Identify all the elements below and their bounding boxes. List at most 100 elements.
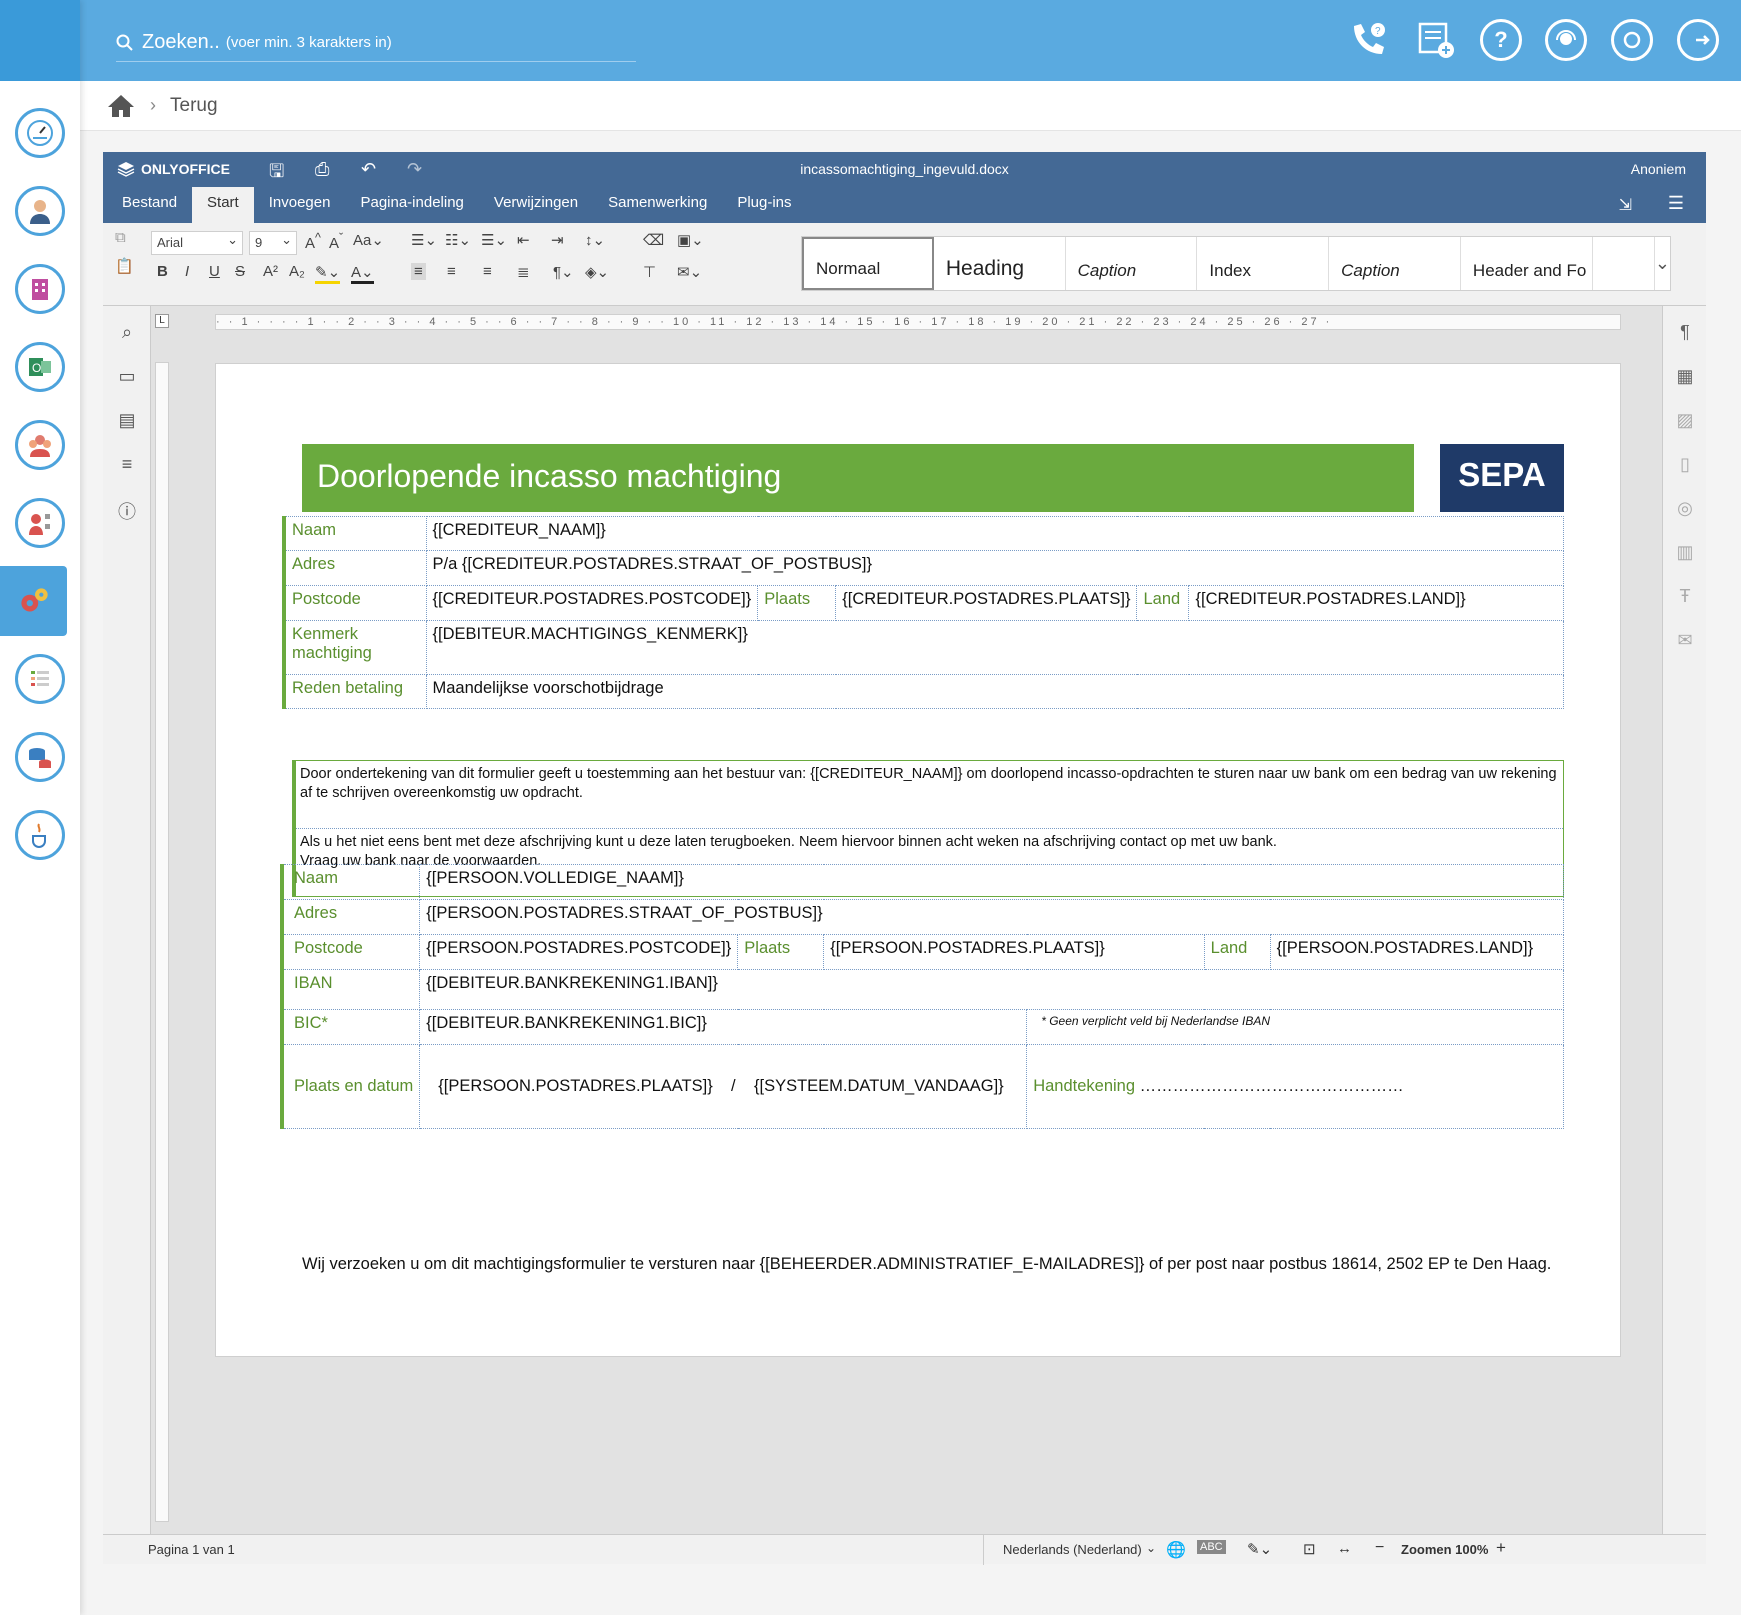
text-art-settings-icon[interactable]: Ŧ <box>1675 586 1695 606</box>
debtor-adres-label: Adres <box>294 904 338 922</box>
style-expand-chevron-icon[interactable]: ⌄ <box>1655 237 1670 290</box>
tab-stop-selector[interactable]: L <box>155 314 169 328</box>
sidebar-database[interactable] <box>0 722 80 792</box>
tab-invoegen[interactable]: Invoegen <box>254 187 346 223</box>
search-icon[interactable]: ⌕ <box>117 322 137 342</box>
change-case-icon[interactable]: Aa⌄ <box>353 231 384 249</box>
vertical-ruler[interactable] <box>155 362 169 1522</box>
mail-merge-icon[interactable]: ✉⌄ <box>677 263 702 281</box>
align-right-icon[interactable]: ≡ <box>483 263 492 280</box>
sidebar-outlook[interactable]: O <box>0 332 80 402</box>
clear-style-icon[interactable]: ⌫ <box>643 231 664 249</box>
new-note-button[interactable] <box>1414 18 1458 62</box>
global-search[interactable]: Zoeken.. (voer min. 3 karakters in) <box>116 24 636 62</box>
status-divider <box>983 1535 984 1565</box>
sidebar-dashboard[interactable] <box>0 98 80 168</box>
paste-icon[interactable]: 📋 <box>115 257 134 275</box>
debtor-bic-note: * Geen verplicht veld bij Nederlandse IB… <box>1041 1014 1270 1028</box>
back-link[interactable]: Terug <box>170 95 218 117</box>
increase-font-icon[interactable]: A^ <box>305 231 321 252</box>
tab-plug-ins[interactable]: Plug-ins <box>722 187 806 223</box>
mail-merge-settings-icon[interactable]: ✉ <box>1675 630 1695 650</box>
font-color-icon[interactable]: A⌄ <box>351 263 374 284</box>
style-heading[interactable]: Heading <box>934 237 1066 290</box>
language-select[interactable]: Nederlands (Nederland) <box>1003 1542 1142 1557</box>
justify-icon[interactable]: ≣ <box>517 263 530 281</box>
copy-style-icon[interactable]: ⊤ <box>643 263 656 281</box>
style-index[interactable]: Index <box>1197 237 1330 290</box>
chart-settings-icon[interactable]: ▥ <box>1675 542 1695 562</box>
align-left-icon[interactable]: ≡ <box>411 263 426 280</box>
tab-start[interactable]: Start <box>192 187 254 223</box>
profile-button[interactable] <box>1610 18 1654 62</box>
fit-page-icon[interactable]: ⊡ <box>1303 1540 1316 1558</box>
sidebar-buildings[interactable] <box>0 254 80 324</box>
sidebar-java[interactable] <box>0 800 80 870</box>
tab-pagina-indeling[interactable]: Pagina-indeling <box>345 187 478 223</box>
style-normaal[interactable]: Normaal <box>802 237 934 290</box>
logout-button[interactable] <box>1676 18 1720 62</box>
language-chevron-icon: ⌄ <box>1146 1541 1157 1555</box>
sidebar-checklist[interactable] <box>0 644 80 714</box>
document-page[interactable]: Doorlopende incasso machtiging SEPA Naam… <box>215 363 1621 1357</box>
spellcheck-icon[interactable]: ABC <box>1197 1540 1226 1554</box>
bullet-list-icon[interactable]: ☰⌄ <box>411 231 437 249</box>
sidebar-groups[interactable] <box>0 410 80 480</box>
sidebar-relations[interactable] <box>0 488 80 558</box>
style-header-footer[interactable]: Header and Fo <box>1461 237 1593 290</box>
copy-icon[interactable]: ⧉ <box>115 229 126 246</box>
svg-text:?: ? <box>1375 26 1381 37</box>
strikethrough-icon[interactable]: S <box>235 263 245 280</box>
tab-samenwerking[interactable]: Samenwerking <box>593 187 722 223</box>
table-settings-icon[interactable]: ▦ <box>1675 366 1695 386</box>
italic-icon[interactable]: I <box>185 263 189 280</box>
help-button[interactable]: ? <box>1479 18 1523 62</box>
style-caption[interactable]: Caption <box>1066 237 1198 290</box>
color-scheme-icon[interactable]: ▣⌄ <box>677 231 704 249</box>
paragraph-settings-icon[interactable]: ¶ <box>1675 322 1695 342</box>
decrease-indent-icon[interactable]: ⇤ <box>517 231 530 249</box>
shape-settings-icon[interactable]: ◎ <box>1675 498 1695 518</box>
chat-icon[interactable]: ▤ <box>117 410 137 430</box>
menu-icon[interactable]: ☰ <box>1668 193 1684 214</box>
sidebar-header <box>0 0 80 81</box>
font-size-select[interactable]: 9 <box>249 231 297 255</box>
line-spacing-icon[interactable]: ↕⌄ <box>585 231 605 249</box>
phone-help-icon: ? <box>1354 23 1385 54</box>
note-add-icon <box>1418 22 1454 58</box>
multilevel-list-icon[interactable]: ☰⌄ <box>481 231 507 249</box>
header-footer-settings-icon[interactable]: ▯ <box>1675 454 1695 474</box>
decrease-font-icon[interactable]: Aˇ <box>329 231 343 252</box>
sidebar-settings[interactable] <box>0 566 67 636</box>
tab-bestand[interactable]: Bestand <box>107 187 192 223</box>
info-icon[interactable]: ⓘ <box>117 498 137 522</box>
sidebar-persons[interactable] <box>0 176 80 246</box>
tab-verwijzingen[interactable]: Verwijzingen <box>479 187 593 223</box>
superscript-icon[interactable]: A² <box>263 263 278 280</box>
font-name-select[interactable]: Arial <box>151 231 243 255</box>
highlight-icon[interactable]: ✎⌄ <box>315 263 341 284</box>
bold-icon[interactable]: B <box>157 263 168 280</box>
align-center-icon[interactable]: ≡ <box>447 263 456 280</box>
phone-help-button[interactable]: ? <box>1346 18 1390 62</box>
increase-indent-icon[interactable]: ⇥ <box>551 231 564 249</box>
globe-icon[interactable]: 🌐 <box>1166 1540 1186 1560</box>
chevron-right-icon: › <box>150 95 156 115</box>
zoom-out-icon[interactable]: − <box>1375 1539 1384 1557</box>
zoom-in-icon[interactable]: + <box>1496 1538 1506 1558</box>
home-icon[interactable] <box>106 93 136 119</box>
subscript-icon[interactable]: A₂ <box>289 263 305 280</box>
fit-width-icon[interactable]: ↔ <box>1337 1540 1352 1557</box>
underline-icon[interactable]: U <box>209 263 220 280</box>
navigation-icon[interactable]: ≡ <box>117 454 137 474</box>
support-button[interactable] <box>1544 18 1588 62</box>
shading-icon[interactable]: ◈⌄ <box>585 263 609 281</box>
paragraph-marks-icon[interactable]: ¶⌄ <box>553 263 574 281</box>
horizontal-ruler[interactable]: · · 1 · · · · 1 · · 2 · · 3 · · 4 · · 5 … <box>215 314 1621 330</box>
image-settings-icon[interactable]: ▨ <box>1675 410 1695 430</box>
track-changes-icon[interactable]: ✎⌄ <box>1247 1540 1272 1558</box>
numbered-list-icon[interactable]: ☷⌄ <box>445 231 471 249</box>
style-caption-2[interactable]: Caption <box>1329 237 1461 290</box>
open-location-icon[interactable]: ⇲ <box>1619 195 1632 215</box>
comments-icon[interactable]: ▭ <box>117 366 137 386</box>
